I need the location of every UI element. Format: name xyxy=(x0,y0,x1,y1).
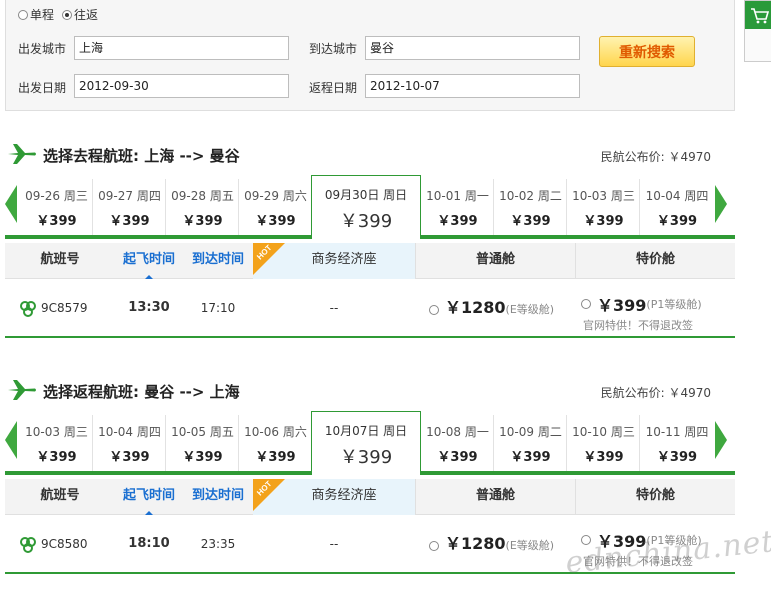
dep-time: 18:10 xyxy=(128,536,170,551)
inbound-date-cell[interactable]: 10-11 周四 ￥399 xyxy=(641,415,713,471)
inbound-date-cell[interactable]: 10-05 周五 ￥399 xyxy=(167,415,239,471)
prev-dates-arrow-icon[interactable] xyxy=(5,421,17,459)
arr-time: 17:10 xyxy=(200,301,236,315)
cart-widget[interactable] xyxy=(744,0,771,62)
special-radio[interactable] xyxy=(581,299,591,309)
plane-icon xyxy=(8,380,36,400)
economy-option[interactable]: ￥1280(E等级舱) xyxy=(429,280,554,336)
one-way-radio[interactable] xyxy=(18,9,28,20)
col-dep-time-sort[interactable]: 起飞时间 xyxy=(115,479,183,515)
inbound-date-cell[interactable]: 10-04 周四 ￥399 xyxy=(94,415,166,471)
inbound-title: 选择返程航班: 曼谷 --> 上海 xyxy=(43,383,240,401)
inbound-date-cell[interactable]: 10-03 周三 ￥399 xyxy=(21,415,93,471)
outbound-date-cell[interactable]: 09-27 周四 ￥399 xyxy=(94,179,166,235)
return-date-input[interactable]: 2012-10-07 xyxy=(365,74,580,98)
outbound-date-cell[interactable]: 09-29 周六 ￥399 xyxy=(240,179,312,235)
arr-time: 23:35 xyxy=(200,537,236,551)
inbound-column-header: 航班号 起飞时间 到达时间 商务经济座 HOT 普通舱 特价舱 xyxy=(5,479,735,515)
outbound-date-cell-selected[interactable]: 09月30日 周日 ￥399 xyxy=(311,175,421,239)
hot-badge-icon: HOT xyxy=(253,479,285,511)
economy-radio[interactable] xyxy=(429,304,439,315)
inbound-price-ref: 民航公布价: ￥4970 xyxy=(600,386,711,400)
col-economy: 普通舱 xyxy=(415,243,575,279)
special-note: 官网特供！不得退改签 xyxy=(583,319,693,332)
col-arr-time-sort[interactable]: 到达时间 xyxy=(183,479,253,515)
outbound-date-cell[interactable]: 10-04 周四 ￥399 xyxy=(641,179,713,235)
outbound-date-cell[interactable]: 09-26 周三 ￥399 xyxy=(21,179,93,235)
airline-logo-icon xyxy=(20,301,36,317)
outbound-section: 选择去程航班: 上海 --> 曼谷 民航公布价: ￥4970 09-26 周三 ￥… xyxy=(5,140,735,348)
next-dates-arrow-icon[interactable] xyxy=(715,421,727,459)
outbound-date-cell[interactable]: 10-03 周三 ￥399 xyxy=(568,179,640,235)
inbound-date-cell[interactable]: 10-08 周一 ￥399 xyxy=(422,415,494,471)
arrive-city-label: 到达城市 xyxy=(309,42,358,56)
round-trip-label[interactable]: 往返 xyxy=(74,6,98,23)
outbound-date-cell[interactable]: 09-28 周五 ￥399 xyxy=(167,179,239,235)
inbound-title-bar: 选择返程航班: 曼谷 --> 上海 民航公布价: ￥4970 xyxy=(5,376,735,406)
economy-option[interactable]: ￥1280(E等级舱) xyxy=(429,516,554,572)
col-economy: 普通舱 xyxy=(415,479,575,515)
hot-badge-icon: HOT xyxy=(253,243,285,275)
business-price: -- xyxy=(329,301,339,315)
inbound-date-cell[interactable]: 10-06 周六 ￥399 xyxy=(240,415,312,471)
col-dep-time-sort[interactable]: 起飞时间 xyxy=(115,243,183,279)
depart-date-input[interactable]: 2012-09-30 xyxy=(74,74,289,98)
round-trip-radio[interactable] xyxy=(62,9,73,20)
outbound-date-cell[interactable]: 10-02 周二 ￥399 xyxy=(495,179,567,235)
inbound-date-cell[interactable]: 10-10 周三 ￥399 xyxy=(568,415,640,471)
flight-number: 9C8579 xyxy=(41,301,88,315)
outbound-column-header: 航班号 起飞时间 到达时间 商务经济座 HOT 普通舱 特价舱 xyxy=(5,243,735,279)
sort-asc-icon xyxy=(145,511,153,515)
search-panel: 单程 往返 出发城市 上海 到达城市 曼谷 出发日期 2012-09-30 返程… xyxy=(5,0,735,111)
plane-icon xyxy=(8,144,36,164)
trip-type-selector: 单程 往返 xyxy=(18,6,106,23)
outbound-date-bar: 09-26 周三 ￥399 09-27 周四 ￥399 09-28 周五 ￥399 0… xyxy=(5,175,735,241)
airline-logo-icon xyxy=(20,537,36,553)
sort-asc-icon xyxy=(145,275,153,279)
special-option[interactable]: ￥399 (P1等级舱) 官网特供！不得退改签 xyxy=(581,292,702,333)
inbound-date-bar: 10-03 周三 ￥399 10-04 周四 ￥399 10-05 周五 ￥399 1… xyxy=(5,411,735,477)
inbound-date-cell[interactable]: 10-09 周二 ￥399 xyxy=(495,415,567,471)
outbound-flight-row: 9C8579 13:30 17:10 -- ￥1280(E等级舱) ￥399 (P… xyxy=(5,280,735,338)
outbound-date-cell[interactable]: 10-01 周一 ￥399 xyxy=(422,179,494,235)
economy-radio[interactable] xyxy=(429,540,439,551)
prev-dates-arrow-icon[interactable] xyxy=(5,185,17,223)
col-special: 特价舱 xyxy=(575,243,735,279)
one-way-label[interactable]: 单程 xyxy=(30,6,54,23)
inbound-date-cell-selected[interactable]: 10月07日 周日 ￥399 xyxy=(311,411,421,475)
outbound-price-ref: 民航公布价: ￥4970 xyxy=(600,150,711,164)
flight-number: 9C8580 xyxy=(41,537,88,551)
re-search-button[interactable]: 重新搜索 xyxy=(599,36,695,67)
business-price: -- xyxy=(329,537,339,551)
depart-city-input[interactable]: 上海 xyxy=(74,36,289,60)
col-flight-no: 航班号 xyxy=(40,252,80,267)
arrive-city-input[interactable]: 曼谷 xyxy=(365,36,580,60)
col-arr-time-sort[interactable]: 到达时间 xyxy=(183,243,253,279)
outbound-title: 选择去程航班: 上海 --> 曼谷 xyxy=(43,147,240,165)
cart-icon[interactable] xyxy=(745,1,771,29)
depart-city-label: 出发城市 xyxy=(18,42,67,56)
depart-date-label: 出发日期 xyxy=(18,81,67,95)
outbound-title-bar: 选择去程航班: 上海 --> 曼谷 民航公布价: ￥4970 xyxy=(5,140,735,170)
col-special: 特价舱 xyxy=(575,479,735,515)
return-date-label: 返程日期 xyxy=(309,81,358,95)
dep-time: 13:30 xyxy=(128,300,170,315)
next-dates-arrow-icon[interactable] xyxy=(715,185,727,223)
col-flight-no: 航班号 xyxy=(40,488,80,503)
